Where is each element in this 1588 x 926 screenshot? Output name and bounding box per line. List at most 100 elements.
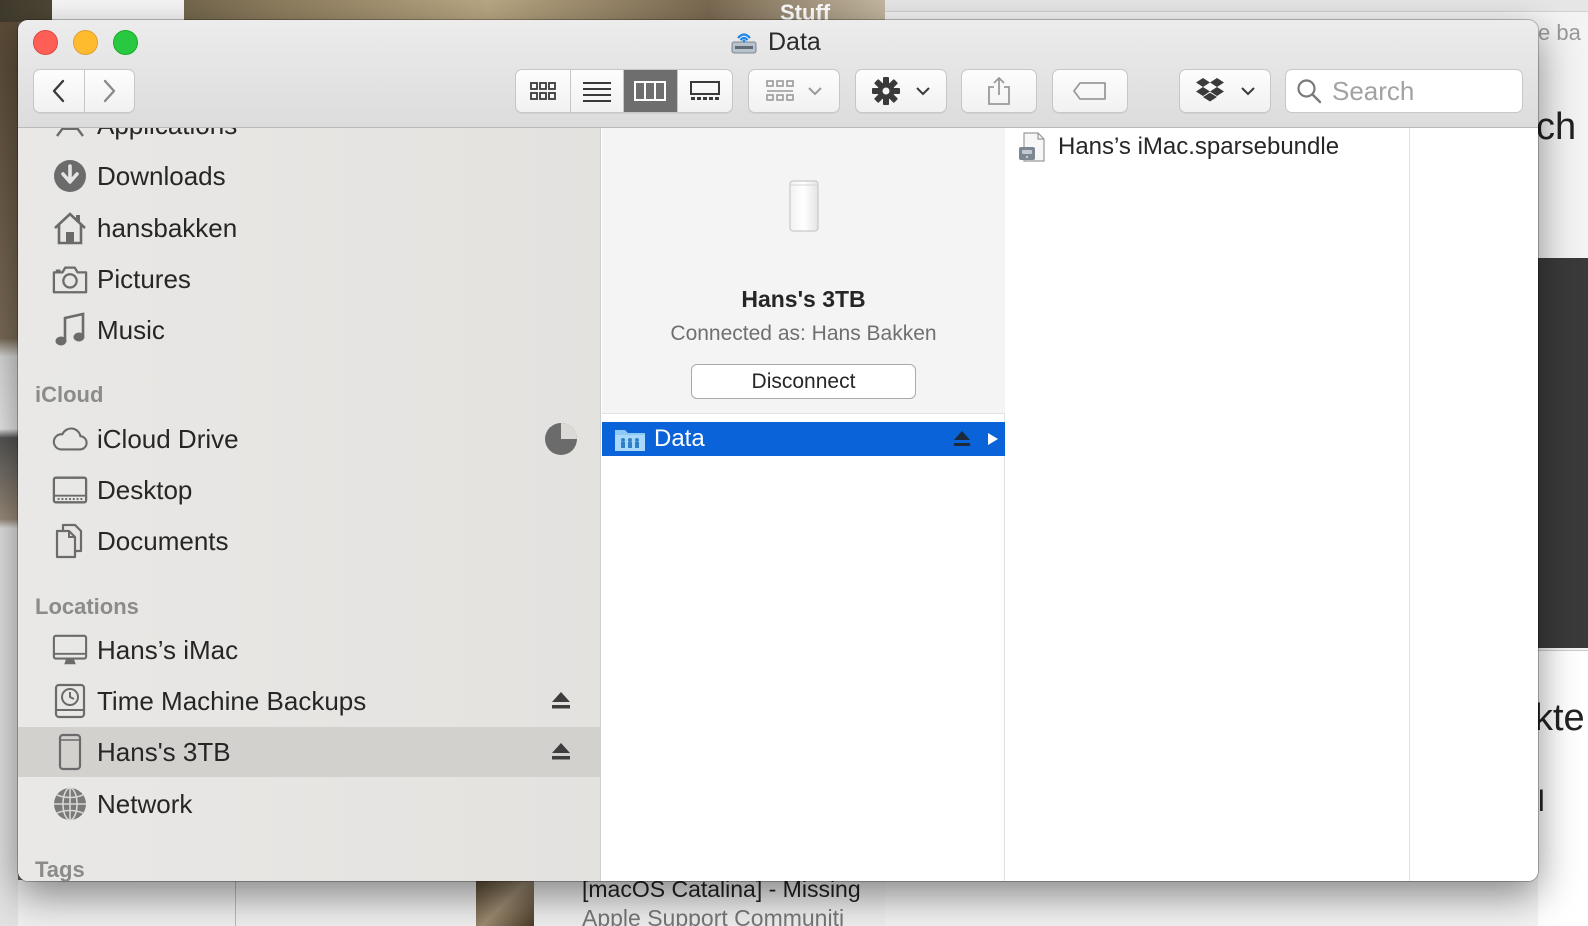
sidebar-item-desktop[interactable]: Desktop [18, 465, 600, 515]
sidebar-item-hanss-3tb[interactable]: Hans's 3TB [18, 727, 600, 777]
back-button[interactable] [34, 70, 84, 112]
list-view-button[interactable] [569, 70, 624, 112]
background-thumbnail [476, 880, 534, 926]
finder-window: Data Search Downloads hansbakken Picture… [18, 20, 1538, 881]
home-icon [52, 210, 88, 246]
sidebar-item-icloud-drive[interactable]: iCloud Drive [18, 414, 600, 464]
time-machine-disk-icon [52, 683, 88, 719]
share-button[interactable] [961, 69, 1037, 113]
list-item-label: Hans’s iMac.sparsebundle [1058, 133, 1340, 160]
sidebar-item-home[interactable]: hansbakken [18, 203, 600, 253]
camera-icon [52, 261, 88, 297]
disconnect-button[interactable]: Disconnect [691, 364, 916, 399]
forward-button[interactable] [83, 70, 134, 112]
search-icon [1297, 79, 1322, 104]
dropbox-icon [1196, 78, 1224, 102]
window-title: Data [730, 26, 821, 58]
sidebar-item-label: hansbakken [97, 212, 238, 243]
list-icon [582, 82, 611, 102]
share-icon [988, 76, 1010, 105]
background-text-fragment: l [1538, 785, 1545, 818]
search-placeholder: Search [1332, 75, 1415, 106]
browser-column-3 [1411, 128, 1538, 881]
eject-icon[interactable] [550, 741, 572, 763]
list-item-label: Data [654, 425, 705, 452]
sidebar-item-hanss-imac[interactable]: Hans’s iMac [18, 625, 600, 675]
background-divider [235, 880, 236, 926]
group-grid-icon [766, 80, 794, 101]
navigation-group [33, 69, 135, 113]
server-info-panel: Hans's 3TB Connected as: Hans Bakken Dis… [602, 128, 1005, 414]
sidebar-item-label: Applications [97, 128, 237, 141]
sidebar-item-label: Time Machine Backups [97, 685, 367, 716]
sidebar-item-label: Desktop [97, 474, 193, 505]
gear-icon [872, 77, 900, 105]
sync-progress-pie-icon [545, 423, 577, 455]
sidebar-item-network[interactable]: Network [18, 779, 600, 829]
background-left-strip [0, 22, 18, 926]
chevron-down-icon [916, 87, 930, 96]
background-document-bar [885, 0, 1588, 12]
columns-icon [634, 81, 667, 101]
icon-view-button[interactable] [516, 70, 570, 112]
view-mode-segmented-control [515, 69, 733, 113]
group-by-button[interactable] [748, 69, 840, 113]
sidebar-section-tags[interactable]: Tags [35, 857, 85, 881]
action-button[interactable] [855, 69, 947, 113]
titlebar: Data Search [18, 20, 1538, 128]
sidebar-item-pictures[interactable]: Pictures [18, 254, 600, 304]
sidebar-item-label: iCloud Drive [97, 423, 239, 454]
eject-icon[interactable] [550, 690, 572, 712]
background-text-fragment: ch [1536, 106, 1577, 148]
eject-icon[interactable] [952, 429, 972, 449]
browser-column-1: Hans's 3TB Connected as: Hans Bakken Dis… [602, 128, 1005, 881]
disclosure-triangle-icon [988, 433, 998, 445]
sidebar-section-icloud[interactable]: iCloud [35, 382, 103, 408]
chevron-down-icon [1241, 87, 1255, 96]
background-text-fragment: e ba [1538, 20, 1581, 45]
sidebar-item-label: Documents [97, 525, 229, 556]
cloud-icon [52, 421, 88, 457]
disk-image-file-icon [1019, 132, 1045, 162]
chevron-down-icon [808, 87, 822, 96]
close-button[interactable] [33, 30, 58, 55]
downloads-icon [52, 158, 88, 194]
list-item-sparsebundle[interactable]: Hans’s iMac.sparsebundle [1018, 130, 1339, 164]
sidebar-item-documents[interactable]: Documents [18, 516, 600, 566]
minimize-button[interactable] [73, 30, 98, 55]
network-volume-icon [731, 33, 757, 54]
sidebar-item-applications[interactable]: Applications [18, 128, 600, 150]
window-title-text: Data [768, 27, 821, 56]
sidebar: Applications Downloads hansbakken Pictur… [18, 128, 601, 881]
list-item-data[interactable]: Data [602, 422, 1005, 456]
airport-time-capsule-icon [789, 180, 819, 232]
sidebar-section-locations[interactable]: Locations [35, 594, 139, 620]
tags-button[interactable] [1052, 69, 1128, 113]
document-icon [52, 523, 88, 559]
sidebar-item-label: Hans’s iMac [97, 634, 239, 665]
icon-grid-icon [529, 82, 556, 100]
search-field[interactable]: Search [1285, 69, 1523, 113]
chevron-right-icon [104, 79, 116, 103]
sidebar-item-time-machine-backups[interactable]: Time Machine Backups [18, 676, 600, 726]
server-name: Hans's 3TB [741, 286, 866, 312]
gallery-icon [689, 81, 720, 100]
imac-icon [52, 632, 88, 668]
sidebar-item-downloads[interactable]: Downloads [18, 151, 600, 201]
sidebar-item-label: Pictures [97, 263, 191, 294]
column-view-button[interactable] [623, 70, 677, 112]
dropbox-button[interactable] [1179, 69, 1271, 113]
chevron-left-icon [52, 79, 65, 103]
music-note-icon [52, 312, 88, 348]
background-white-panel [1538, 650, 1588, 926]
background-panel [52, 0, 184, 22]
sidebar-item-label: Downloads [97, 160, 226, 191]
gallery-view-button[interactable] [676, 70, 732, 112]
sidebar-item-label: Music [97, 314, 165, 345]
sidebar-item-label: Network [97, 788, 193, 819]
background-dark-panel [1538, 258, 1588, 648]
zoom-button[interactable] [113, 30, 138, 55]
sidebar-item-music[interactable]: Music [18, 305, 600, 355]
desktop-folder-icon [52, 472, 88, 508]
background-post-subtitle: Apple Support Communiti [582, 905, 845, 926]
